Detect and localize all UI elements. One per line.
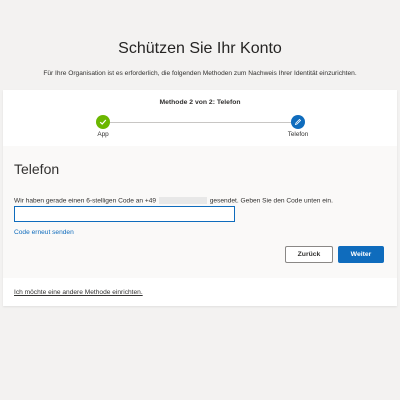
instruction-suffix: gesendet. Geben Sie den Code unten ein.	[209, 197, 333, 205]
page-title: Schützen Sie Ihr Konto	[118, 40, 282, 57]
pencil-icon	[291, 115, 305, 129]
back-button[interactable]: Zurück	[285, 246, 333, 263]
resend-code-link[interactable]: Code erneut senden	[14, 229, 74, 236]
instruction-prefix: Wir haben gerade einen 6-stelligen Code …	[14, 197, 157, 205]
checkmark-icon	[96, 115, 110, 129]
alternate-method-link[interactable]: Ich möchte eine andere Methode einrichte…	[14, 289, 143, 296]
instruction-text: Wir haben gerade einen 6-stelligen Code …	[14, 197, 394, 204]
verification-code-input[interactable]	[14, 206, 235, 222]
page-subtitle: Für Ihre Organisation ist es erforderlic…	[43, 70, 357, 77]
section-heading: Telefon	[14, 161, 60, 177]
page-header: Schützen Sie Ihr Konto Für Ihre Organisa…	[0, 0, 400, 88]
step-app-label: App	[97, 131, 109, 138]
step-progress-title: Methode 2 von 2: Telefon	[159, 99, 241, 106]
next-button[interactable]: Weiter	[338, 246, 384, 263]
phone-verification-section: Telefon Wir haben gerade einen 6-stellig…	[3, 146, 397, 278]
step-telefon-label: Telefon	[287, 131, 309, 138]
redacted-phone-number	[158, 197, 207, 204]
setup-card: Methode 2 von 2: Telefon App Telefon Tel…	[3, 90, 397, 306]
step-app: App	[83, 115, 123, 138]
step-progress-track	[103, 122, 296, 123]
step-telefon: Telefon	[278, 115, 318, 138]
